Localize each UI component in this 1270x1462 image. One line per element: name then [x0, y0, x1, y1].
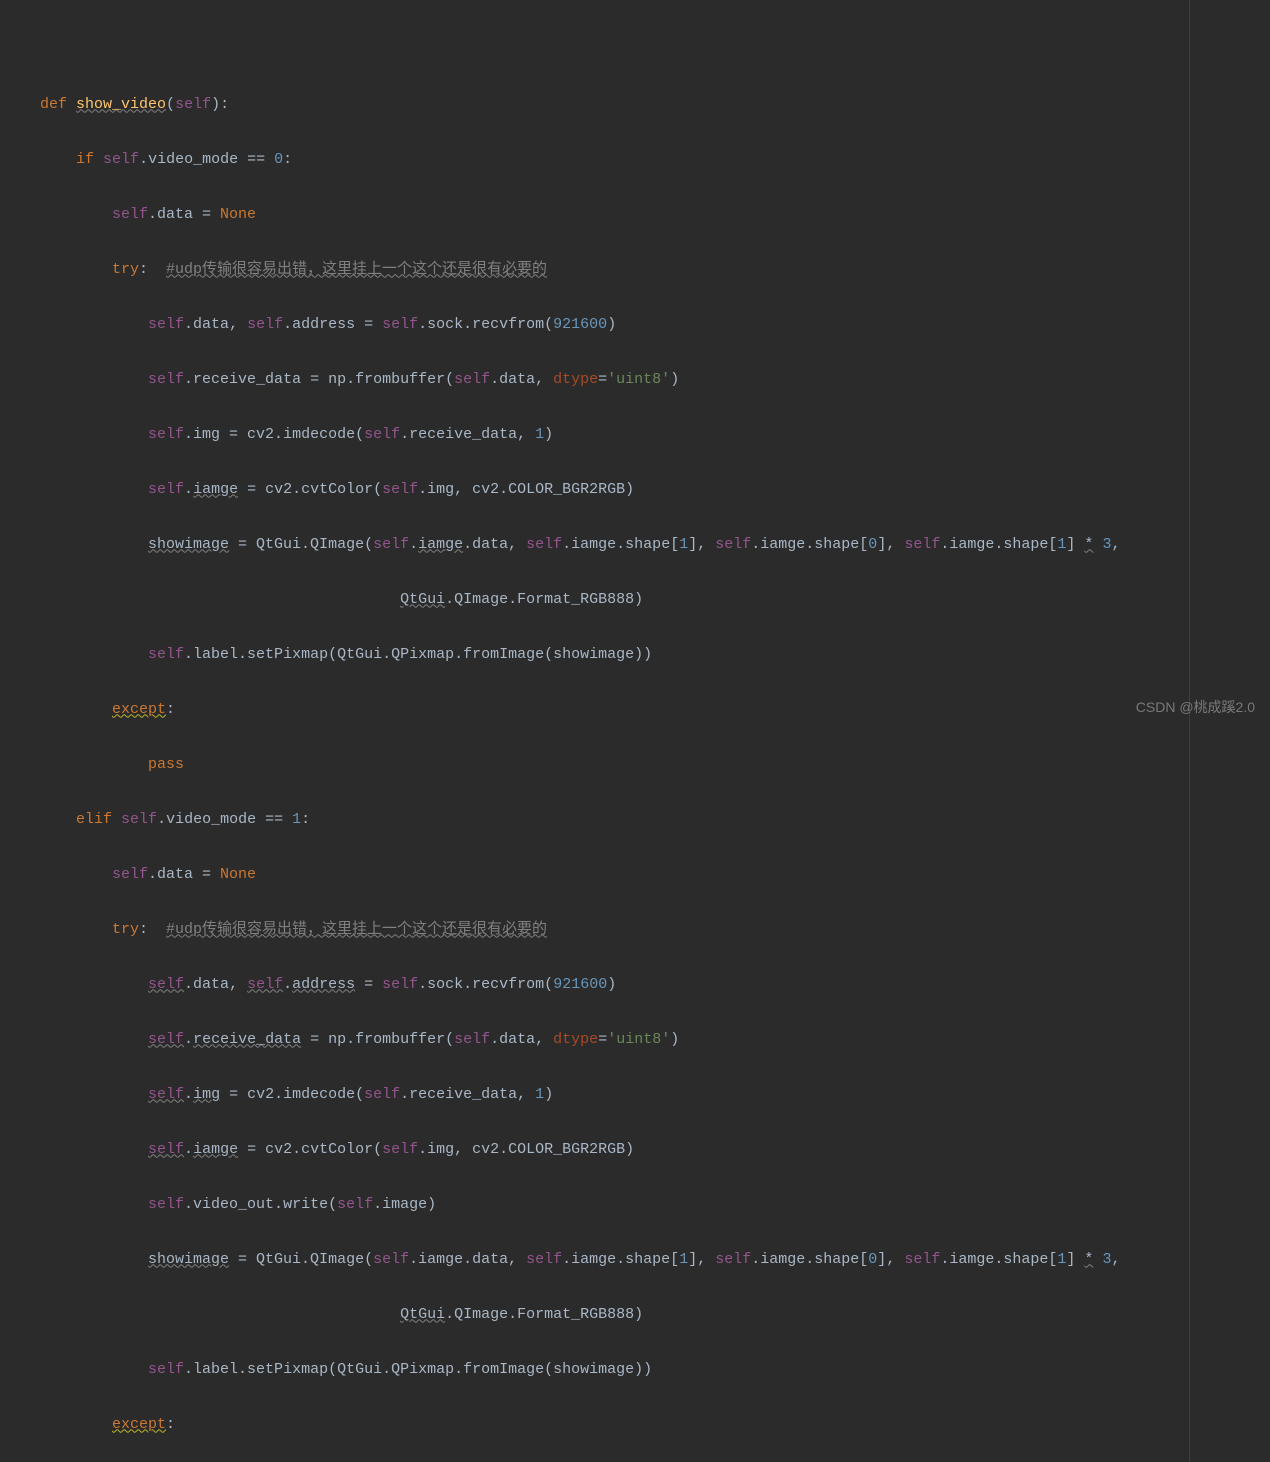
code-line: self.iamge = cv2.cvtColor(self.img, cv2.…	[20, 1136, 1270, 1164]
code-line: def show_video(self):	[20, 91, 1270, 119]
code-line: self.data, self.address = self.sock.recv…	[20, 971, 1270, 999]
code-line: self.img = cv2.imdecode(self.receive_dat…	[20, 1081, 1270, 1109]
function-name: show_video	[76, 96, 166, 113]
code-line: try: #udp传输很容易出错，这里挂上一个这个还是很有必要的	[20, 916, 1270, 944]
code-line: except:	[20, 1411, 1270, 1439]
code-line: self.label.setPixmap(QtGui.QPixmap.fromI…	[20, 1356, 1270, 1384]
code-container: def show_video(self): if self.video_mode…	[20, 63, 1270, 1462]
code-line: QtGui.QImage.Format_RGB888)	[20, 1301, 1270, 1329]
code-line: showimage = QtGui.QImage(self.iamge.data…	[20, 1246, 1270, 1274]
code-line: try: #udp传输很容易出错，这里挂上一个这个还是很有必要的	[20, 256, 1270, 284]
code-line: pass	[20, 751, 1270, 779]
code-line: showimage = QtGui.QImage(self.iamge.data…	[20, 531, 1270, 559]
code-line: self.label.setPixmap(QtGui.QPixmap.fromI…	[20, 641, 1270, 669]
code-line: self.img = cv2.imdecode(self.receive_dat…	[20, 421, 1270, 449]
code-line: self.video_out.write(self.image)	[20, 1191, 1270, 1219]
code-line: self.receive_data = np.frombuffer(self.d…	[20, 366, 1270, 394]
code-line: self.iamge = cv2.cvtColor(self.img, cv2.…	[20, 476, 1270, 504]
code-line: if self.video_mode == 0:	[20, 146, 1270, 174]
code-line: self.data = None	[20, 201, 1270, 229]
code-line: elif self.video_mode == 1:	[20, 806, 1270, 834]
code-line: except:	[20, 696, 1270, 724]
code-line: self.data = None	[20, 861, 1270, 889]
code-line: self.data, self.address = self.sock.recv…	[20, 311, 1270, 339]
code-editor[interactable]: def show_video(self): if self.video_mode…	[0, 0, 1270, 1462]
watermark: CSDN @桃成蹊2.0	[1136, 694, 1255, 722]
code-line: self.receive_data = np.frombuffer(self.d…	[20, 1026, 1270, 1054]
code-line: QtGui.QImage.Format_RGB888)	[20, 586, 1270, 614]
